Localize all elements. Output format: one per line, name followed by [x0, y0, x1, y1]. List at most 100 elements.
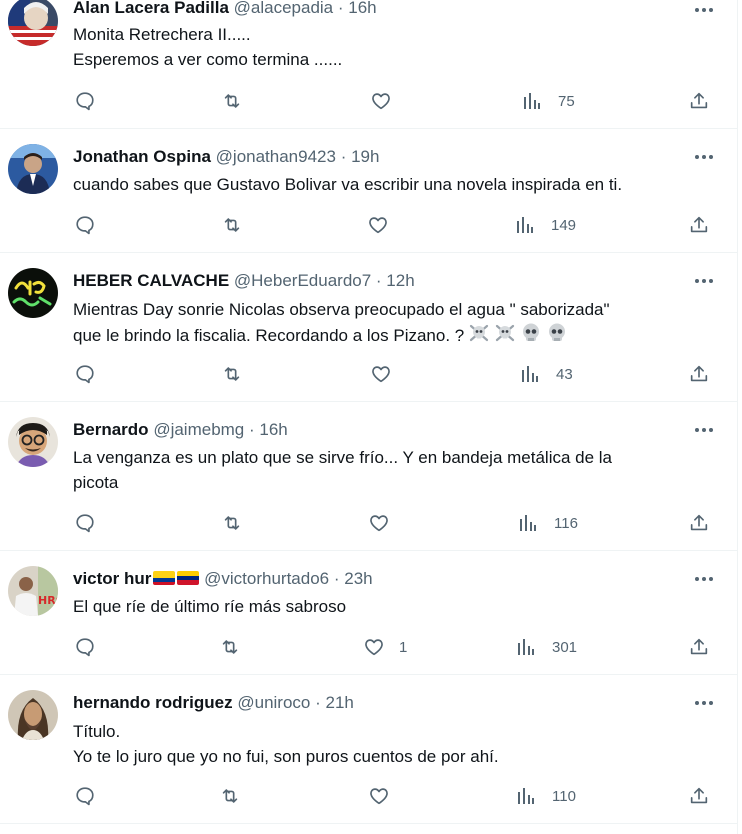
retweet-icon	[224, 94, 240, 108]
action-bar: 116	[0, 508, 737, 538]
retweet-button[interactable]	[218, 632, 242, 662]
timestamp[interactable]: 16h	[259, 420, 287, 439]
text-line: Yo te lo juro que yo no fui, son puros c…	[73, 747, 499, 766]
more-button[interactable]	[689, 270, 719, 292]
avatar[interactable]: HRO	[8, 566, 58, 616]
reply-icon	[76, 787, 94, 806]
views-button[interactable]: 301	[516, 632, 577, 662]
reply-icon	[76, 365, 94, 384]
tweet-text: Mientras Day sonrie Nicolas observa preo…	[73, 297, 713, 348]
share-button[interactable]	[688, 508, 710, 538]
share-button[interactable]	[688, 781, 710, 811]
reply-icon	[76, 638, 94, 657]
avatar[interactable]	[8, 144, 58, 194]
share-icon	[690, 514, 708, 531]
tweet[interactable]: Jonathan Ospina @jonathan9423 · 19h cuan…	[0, 129, 737, 253]
reply-button[interactable]	[74, 210, 96, 240]
more-button[interactable]	[689, 0, 719, 21]
separator: ·	[310, 693, 326, 712]
heart-icon	[372, 93, 390, 110]
like-button[interactable]	[368, 781, 400, 811]
share-icon	[690, 787, 708, 804]
views-chart-icon	[522, 366, 538, 382]
action-bar: 110	[0, 781, 737, 811]
text-line: La venganza es un plato que se sirve frí…	[73, 448, 613, 467]
more-icon	[695, 577, 713, 581]
timestamp[interactable]: 21h	[325, 693, 353, 712]
like-button[interactable]	[368, 508, 400, 538]
author-handle[interactable]: @victorhurtado6	[204, 569, 329, 588]
text-line: picota	[73, 473, 119, 492]
heart-icon	[369, 217, 387, 234]
author-name[interactable]: hernando rodriguez	[73, 693, 233, 712]
views-button[interactable]: 110	[516, 781, 576, 811]
retweet-button[interactable]	[220, 508, 244, 538]
views-button[interactable]: 149	[515, 210, 576, 240]
reply-button[interactable]	[74, 781, 96, 811]
author-handle[interactable]: @jaimebmg	[153, 420, 244, 439]
venezuela-flag	[177, 571, 200, 585]
timestamp[interactable]: 23h	[344, 569, 372, 588]
reply-button[interactable]	[74, 508, 96, 538]
share-icon	[690, 638, 708, 655]
avatar[interactable]	[8, 0, 58, 46]
author-name[interactable]: Bernardo	[73, 420, 149, 439]
retweet-button[interactable]	[220, 210, 244, 240]
like-count: 1	[399, 638, 408, 656]
tweet-text: El que ríe de último ríe más sabroso	[73, 594, 713, 619]
tweet[interactable]: Alan Lacera Padilla @alacepadia · 16h Mo…	[0, 0, 737, 129]
separator: ·	[244, 420, 260, 439]
action-bar: 75	[0, 86, 737, 116]
more-button[interactable]	[689, 419, 719, 441]
text-line: Esperemos a ver como termina ......	[73, 50, 343, 69]
retweet-icon	[222, 640, 238, 654]
timestamp[interactable]: 12h	[386, 271, 414, 290]
more-button[interactable]	[689, 568, 719, 590]
heart-icon	[372, 366, 390, 383]
views-count: 149	[551, 216, 577, 234]
tweet[interactable]: Bernardo @jaimebmg · 16h La venganza es …	[0, 402, 737, 551]
avatar[interactable]	[8, 417, 58, 467]
retweet-button[interactable]	[220, 86, 244, 116]
action-bar: 149	[0, 210, 737, 240]
reply-button[interactable]	[74, 632, 96, 662]
tweet[interactable]: HEBER CALVACHE @HeberEduardo7 · 12h Mien…	[0, 253, 737, 402]
like-button[interactable]: 1	[363, 632, 407, 662]
views-button[interactable]: 116	[518, 508, 578, 538]
skull-crossbones-emoji	[470, 324, 489, 342]
author-name[interactable]: Alan Lacera Padilla	[73, 0, 229, 17]
tweet[interactable]: hernando rodriguez @uniroco · 21h Título…	[0, 675, 737, 824]
like-button[interactable]	[367, 210, 399, 240]
views-button[interactable]: 75	[522, 86, 575, 116]
share-button[interactable]	[688, 632, 710, 662]
author-name[interactable]: HEBER CALVACHE	[73, 271, 229, 290]
like-button[interactable]	[370, 359, 402, 389]
retweet-button[interactable]	[220, 359, 244, 389]
skull-crossbones-emoji	[496, 324, 515, 342]
like-button[interactable]	[370, 86, 402, 116]
share-button[interactable]	[688, 359, 710, 389]
avatar[interactable]	[8, 690, 58, 740]
reply-icon	[76, 514, 94, 533]
views-button[interactable]: 43	[520, 359, 573, 389]
colombia-flag	[153, 571, 176, 585]
author-name[interactable]: Jonathan Ospina	[73, 147, 211, 166]
author-name[interactable]: victor hur	[73, 569, 151, 588]
reply-button[interactable]	[74, 359, 96, 389]
author-handle[interactable]: @alacepadia	[234, 0, 334, 17]
author-handle[interactable]: @jonathan9423	[216, 147, 336, 166]
timestamp[interactable]: 16h	[348, 0, 376, 17]
more-button[interactable]	[689, 692, 719, 714]
retweet-icon	[224, 218, 240, 232]
reply-button[interactable]	[74, 86, 96, 116]
avatar[interactable]	[8, 268, 58, 318]
share-button[interactable]	[688, 210, 710, 240]
share-button[interactable]	[688, 86, 710, 116]
tweet[interactable]: HRO victor hur @victorhurtado6 · 23h El …	[0, 551, 737, 675]
author-handle[interactable]: @uniroco	[237, 693, 310, 712]
retweet-button[interactable]	[218, 781, 242, 811]
more-button[interactable]	[689, 146, 719, 168]
timestamp[interactable]: 19h	[351, 147, 379, 166]
heart-icon	[370, 788, 388, 805]
author-handle[interactable]: @HeberEduardo7	[234, 271, 371, 290]
